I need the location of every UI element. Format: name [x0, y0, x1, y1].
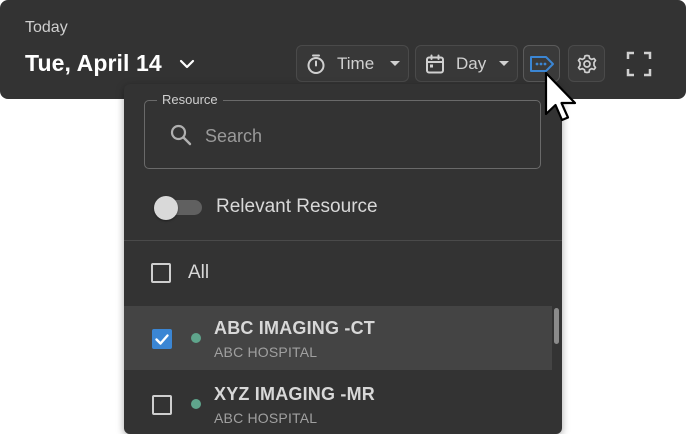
status-dot — [191, 333, 201, 343]
mouse-cursor-icon — [543, 70, 583, 135]
resource-name: ABC IMAGING -CT — [214, 318, 375, 338]
select-all-label: All — [188, 262, 210, 283]
view-select[interactable]: Day — [415, 45, 518, 82]
chevron-down-icon[interactable] — [178, 55, 196, 73]
resource-facility: ABC HOSPITAL — [214, 344, 318, 360]
resource-search-legend: Resource — [157, 92, 223, 107]
select-all-checkbox[interactable] — [151, 263, 171, 283]
relevant-resource-toggle-row[interactable]: Relevant Resource — [154, 196, 378, 220]
today-label: Today — [25, 19, 68, 36]
caret-down-icon — [390, 60, 400, 67]
time-select[interactable]: Time — [296, 45, 409, 82]
search-icon — [169, 123, 193, 152]
scrollbar-thumb[interactable] — [554, 308, 559, 344]
resource-dropdown-panel: Resource Relevant Resource All ABC IMAGI… — [124, 84, 562, 434]
current-date: Tue, April 14 — [25, 50, 162, 76]
caret-down-icon — [499, 60, 509, 67]
resource-search-field[interactable]: Resource — [144, 92, 541, 169]
resource-list-item[interactable]: XYZ IMAGING -MR ABC HOSPITAL — [124, 372, 552, 434]
date-picker[interactable]: Tue, April 14 — [25, 50, 196, 77]
resource-facility: ABC HOSPITAL — [214, 410, 318, 426]
resource-name: XYZ IMAGING -MR — [214, 384, 375, 404]
stopwatch-icon — [305, 53, 327, 75]
resource-list-item[interactable]: ABC IMAGING -CT ABC HOSPITAL — [124, 306, 552, 370]
status-dot — [191, 399, 201, 409]
resource-checkbox[interactable] — [152, 395, 172, 415]
fullscreen-button[interactable] — [620, 45, 657, 82]
view-select-value: Day — [456, 53, 487, 73]
resource-search-input[interactable] — [203, 121, 527, 151]
relevant-resource-toggle[interactable] — [154, 196, 202, 220]
relevant-resource-label: Relevant Resource — [216, 196, 378, 217]
resource-checkbox[interactable] — [152, 329, 172, 349]
divider — [124, 240, 562, 241]
fullscreen-icon — [626, 51, 652, 77]
toggle-knob — [154, 196, 178, 220]
calendar-icon — [424, 53, 446, 75]
select-all-option[interactable]: All — [151, 262, 209, 284]
time-select-value: Time — [337, 53, 375, 73]
checkmark-icon — [155, 334, 169, 345]
